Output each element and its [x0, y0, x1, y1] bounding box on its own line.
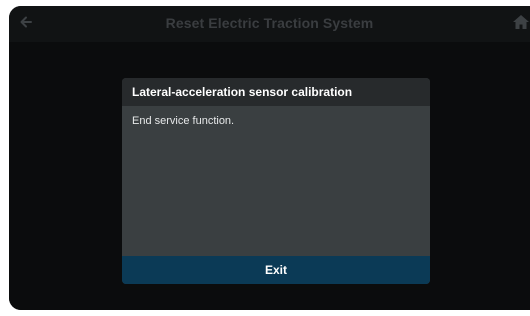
app-screen: Reset Electric Traction System Lateral-a… — [9, 6, 530, 310]
dialog-message: End service function. — [132, 115, 235, 127]
dialog-header: Lateral-acceleration sensor calibration — [122, 78, 430, 106]
home-icon — [512, 14, 530, 35]
home-button[interactable] — [512, 14, 530, 34]
calibration-dialog: Lateral-acceleration sensor calibration … — [122, 78, 430, 284]
page-title: Reset Electric Traction System — [165, 15, 374, 31]
dialog-title: Lateral-acceleration sensor calibration — [132, 85, 353, 99]
exit-button-label: Exit — [264, 263, 287, 277]
exit-button[interactable]: Exit — [122, 256, 430, 284]
dialog-body: End service function. — [122, 106, 430, 256]
top-bar: Reset Electric Traction System — [9, 6, 530, 42]
